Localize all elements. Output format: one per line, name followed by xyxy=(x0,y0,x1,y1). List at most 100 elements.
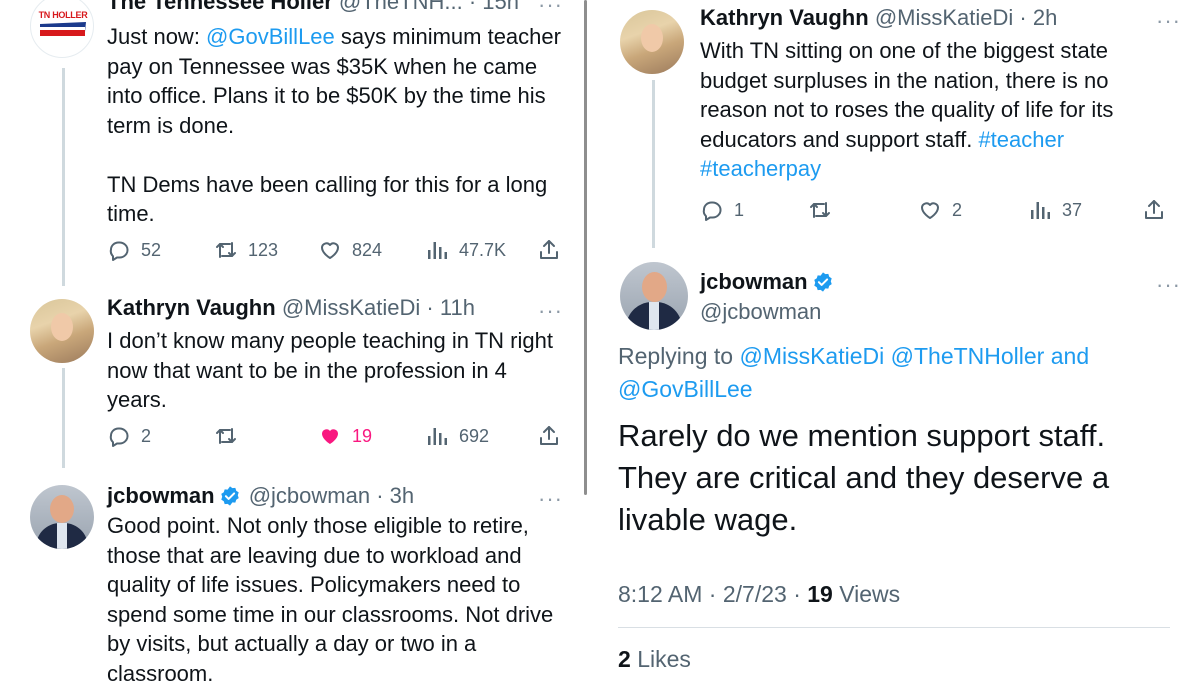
separator-dot: · xyxy=(793,581,801,607)
share-icon xyxy=(1145,200,1163,219)
tweet-actions: 2 19 692 xyxy=(107,422,567,450)
share-button[interactable] xyxy=(1142,196,1176,224)
reply-button[interactable]: 2 xyxy=(107,422,151,450)
author-handle[interactable]: @jcbowman xyxy=(700,299,821,324)
hashtag-link[interactable]: #teacher xyxy=(978,127,1064,152)
retweet-button[interactable] xyxy=(214,422,248,450)
reply-button[interactable]: 1 xyxy=(700,196,744,224)
mention-link[interactable]: @TheTNHoller xyxy=(891,343,1045,369)
and-others-link[interactable]: and xyxy=(1044,343,1089,369)
separator-dot: · xyxy=(468,0,477,14)
author-handle[interactable]: @MissKatieDi xyxy=(282,295,420,320)
mention-link[interactable]: @GovBillLee xyxy=(618,376,753,402)
jcbowman-avatar[interactable] xyxy=(30,485,94,549)
tweet-kathryn-vaughn-reply[interactable]: Kathryn Vaughn @MissKatieDi · 11h ··· I … xyxy=(0,290,582,460)
author-handle[interactable]: @jcbowman xyxy=(249,483,370,508)
share-button[interactable] xyxy=(537,236,571,264)
more-icon[interactable]: ··· xyxy=(538,300,563,322)
tweet-actions: 52 123 824 47.7K xyxy=(107,236,567,264)
tweet-text: I don’t know many people teaching in TN … xyxy=(107,328,560,412)
tennessee-state-icon xyxy=(40,22,86,36)
like-button-liked[interactable]: 19 xyxy=(318,422,372,450)
views-count: 19 xyxy=(807,581,833,607)
retweet-icon xyxy=(216,242,236,258)
reply-count: 2 xyxy=(141,425,152,446)
more-icon[interactable]: ··· xyxy=(538,488,563,510)
author-handle[interactable]: @MissKatieDi xyxy=(875,5,1013,30)
scrollbar-thumb[interactable] xyxy=(584,0,587,495)
reply-icon xyxy=(702,201,722,221)
tweet-text: Just now: @GovBillLee says minimum teach… xyxy=(107,22,567,229)
tweet-meta: 8:12 AM · 2/7/23 · 19 Views xyxy=(618,578,900,610)
jcbowman-avatar[interactable] xyxy=(620,262,688,330)
retweet-icon xyxy=(216,428,236,444)
mention-link[interactable]: @GovBillLee xyxy=(206,24,335,49)
retweet-button[interactable]: 123 xyxy=(214,236,278,264)
divider-line xyxy=(618,627,1170,628)
author-name[interactable]: Kathryn Vaughn xyxy=(700,5,869,30)
tweet-timestamp[interactable]: 2h xyxy=(1033,5,1057,30)
tn-holler-avatar[interactable]: TN HOLLER xyxy=(30,0,94,58)
author-name[interactable]: jcbowman xyxy=(107,483,215,508)
views-button[interactable]: 692 xyxy=(425,422,489,450)
avatar-shirt-shape xyxy=(649,302,659,330)
like-icon-filled xyxy=(322,429,338,444)
retweet-button[interactable] xyxy=(808,196,842,224)
views-icon xyxy=(1031,202,1050,219)
author-name[interactable]: The Tennessee Holler xyxy=(107,0,333,14)
likes-summary[interactable]: 2 Likes xyxy=(618,643,691,675)
replying-prefix: Replying to xyxy=(618,343,740,369)
tweet-time[interactable]: 8:12 AM xyxy=(618,581,702,607)
avatar-face-shape xyxy=(51,313,73,341)
avatar-face-shape xyxy=(641,24,663,52)
tweet-text-part: Just now: xyxy=(107,24,207,49)
tn-holler-logo-text: TN HOLLER xyxy=(38,10,88,20)
focused-tweet-text: Rarely do we mention support staff. They… xyxy=(618,418,1110,537)
tweet-text: Good point. Not only those eligible to r… xyxy=(107,513,560,686)
author-handle[interactable]: @TheTNH... xyxy=(339,0,463,14)
reply-count: 1 xyxy=(734,199,745,220)
like-icon xyxy=(921,202,939,219)
tweet-timestamp[interactable]: 3h xyxy=(390,483,414,508)
tweet-date[interactable]: 2/7/23 xyxy=(723,581,787,607)
hashtag-link[interactable]: #teacherpay xyxy=(700,156,821,181)
likes-count: 2 xyxy=(618,646,631,672)
more-icon[interactable]: ··· xyxy=(538,0,563,16)
views-icon xyxy=(428,428,447,445)
reply-count: 52 xyxy=(141,239,162,260)
kathryn-vaughn-avatar[interactable] xyxy=(30,299,94,363)
views-icon xyxy=(428,242,447,259)
reply-button[interactable]: 52 xyxy=(107,236,161,264)
retweet-icon xyxy=(810,202,830,218)
like-button[interactable]: 824 xyxy=(318,236,382,264)
views-button[interactable]: 37 xyxy=(1028,196,1082,224)
more-icon[interactable]: ··· xyxy=(1156,10,1181,32)
share-button[interactable] xyxy=(537,422,571,450)
tweet-timestamp[interactable]: 11h xyxy=(440,295,475,320)
verified-badge-icon xyxy=(813,272,832,292)
kathryn-vaughn-avatar[interactable] xyxy=(620,10,684,74)
like-icon xyxy=(321,242,339,259)
like-count: 824 xyxy=(352,239,383,260)
retweet-count: 123 xyxy=(248,239,279,260)
like-count: 2 xyxy=(952,199,963,220)
tweet-jcbowman-reply[interactable]: jcbowman @jcbowman · 3h ··· Good point. … xyxy=(0,475,582,688)
author-name[interactable]: Kathryn Vaughn xyxy=(107,295,276,320)
more-icon[interactable]: ··· xyxy=(1156,274,1181,296)
separator-dot: · xyxy=(708,581,717,607)
share-icon xyxy=(540,240,558,259)
views-count: 37 xyxy=(1062,199,1083,220)
tweet-text-part: says minimum teacher pay on Tennessee wa… xyxy=(107,24,561,226)
like-button[interactable]: 2 xyxy=(918,196,962,224)
views-button[interactable]: 47.7K xyxy=(425,236,506,264)
author-name[interactable]: jcbowman xyxy=(700,269,808,294)
like-count: 19 xyxy=(352,425,373,446)
tweet-timestamp[interactable]: 15h xyxy=(482,0,519,14)
share-icon xyxy=(540,426,558,445)
avatar-head-shape xyxy=(642,272,667,302)
likes-label: Likes xyxy=(637,646,691,672)
tweet-kathryn-vaughn-surplus[interactable]: Kathryn Vaughn @MissKatieDi · 2h ··· Wit… xyxy=(588,0,1200,240)
tweet-tennessee-holler[interactable]: TN HOLLER The Tennessee Holler @TheTNH..… xyxy=(0,0,582,280)
mention-link[interactable]: @MissKatieDi xyxy=(739,343,884,369)
tweet-text: With TN sitting on one of the biggest st… xyxy=(700,36,1150,184)
